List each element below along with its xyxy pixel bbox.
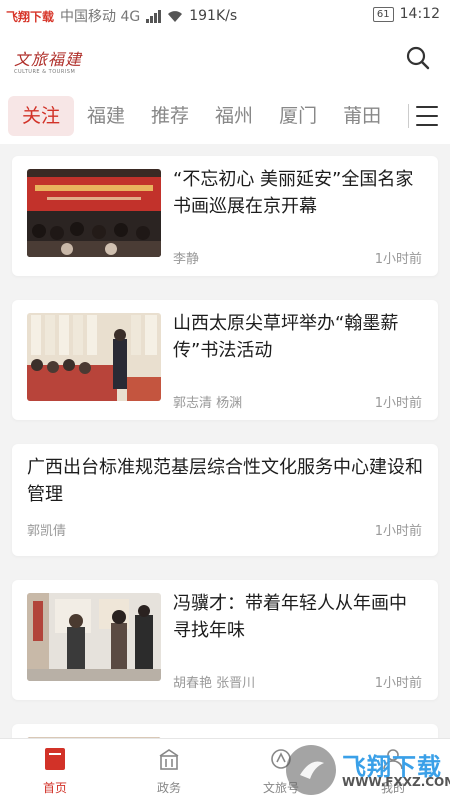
article-thumbnail xyxy=(27,169,161,257)
tab-recommended[interactable]: 推荐 xyxy=(138,96,202,136)
article-time: 1小时前 xyxy=(374,676,422,691)
status-watermark: 飞翔下载 xyxy=(6,9,55,24)
battery-icon: 61 xyxy=(372,6,394,22)
clock: 14:12 xyxy=(399,6,440,22)
tab-fujian[interactable]: 福建 xyxy=(74,96,138,136)
wifi-icon xyxy=(168,10,183,22)
watermark-url: WWW.FXXZ.COM xyxy=(342,775,450,789)
app-header: 文旅福建 CULTURE & TOURISM xyxy=(0,30,450,88)
news-card[interactable] xyxy=(12,724,438,738)
tab-following[interactable]: 关注 xyxy=(8,96,75,136)
nav-home[interactable]: 首页 xyxy=(10,739,100,800)
article-title[interactable]: “不忘初心 美丽延安”全国名家书画巡展在京开幕 xyxy=(173,166,423,220)
watermark-logo-icon xyxy=(286,745,336,795)
news-card[interactable]: 冯骥才：带着年轻人从年画中寻找年味 胡春艳 张晋川 1小时前 xyxy=(12,580,438,700)
download-site-watermark: 飞翔下载 WWW.FXXZ.COM xyxy=(286,745,450,797)
network-speed: 191K/s xyxy=(189,8,238,24)
news-card[interactable]: 广西出台标准规范基层综合性文化服务中心建设和管理 郭凯倩 1小时前 xyxy=(12,444,438,556)
app-logo: 文旅福建 CULTURE & TOURISM xyxy=(14,46,82,75)
government-icon xyxy=(159,749,179,770)
nav-label: 首页 xyxy=(42,781,67,795)
article-author: 李静 xyxy=(173,252,200,267)
article-thumbnail xyxy=(27,593,161,681)
tab-xiamen[interactable]: 厦门 xyxy=(266,96,330,136)
article-time: 1小时前 xyxy=(374,396,422,411)
tab-divider xyxy=(408,104,409,128)
search-icon[interactable] xyxy=(404,44,432,72)
article-author: 郭志清 杨渊 xyxy=(173,396,243,411)
status-bar: 飞翔下载 中国移动 4G 191K/s 61 14:12 xyxy=(0,0,450,30)
tab-putian[interactable]: 莆田 xyxy=(330,96,394,136)
status-bar-right: 61 14:12 xyxy=(372,6,440,22)
article-title[interactable]: 冯骥才：带着年轻人从年画中寻找年味 xyxy=(173,590,423,644)
home-icon xyxy=(45,748,65,770)
channel-menu-icon[interactable] xyxy=(416,106,438,126)
signal-icon xyxy=(146,9,162,23)
news-card[interactable]: 山西太原尖草坪举办“翰墨薪传”书法活动 郭志清 杨渊 1小时前 xyxy=(12,300,438,420)
article-time: 1小时前 xyxy=(374,252,422,267)
channel-tabs: 关注 福建 推荐 福州 厦门 莆田 xyxy=(0,88,450,144)
news-card[interactable]: “不忘初心 美丽延安”全国名家书画巡展在京开幕 李静 1小时前 xyxy=(12,156,438,276)
status-bar-left: 飞翔下载 中国移动 4G 191K/s xyxy=(6,6,237,26)
article-time: 1小时前 xyxy=(374,524,422,539)
article-author: 郭凯倩 xyxy=(27,524,67,539)
nav-government[interactable]: 政务 xyxy=(124,739,214,800)
tab-fuzhou[interactable]: 福州 xyxy=(202,96,266,136)
news-feed[interactable]: “不忘初心 美丽延安”全国名家书画巡展在京开幕 李静 1小时前 山西太原尖草坪举… xyxy=(0,144,450,738)
article-title[interactable]: 广西出台标准规范基层综合性文化服务中心建设和管理 xyxy=(27,454,423,508)
tab-list: 关注 福建 推荐 福州 厦门 莆田 xyxy=(8,96,406,136)
article-author: 胡春艳 张晋川 xyxy=(173,676,256,691)
logo-subtext: CULTURE & TOURISM xyxy=(14,69,76,75)
nav-label: 政务 xyxy=(156,781,181,795)
article-title[interactable]: 山西太原尖草坪举办“翰墨薪传”书法活动 xyxy=(173,310,423,364)
carrier-label: 中国移动 4G xyxy=(60,9,141,25)
logo-text: 文旅福建 xyxy=(14,50,83,69)
article-thumbnail xyxy=(27,313,161,401)
